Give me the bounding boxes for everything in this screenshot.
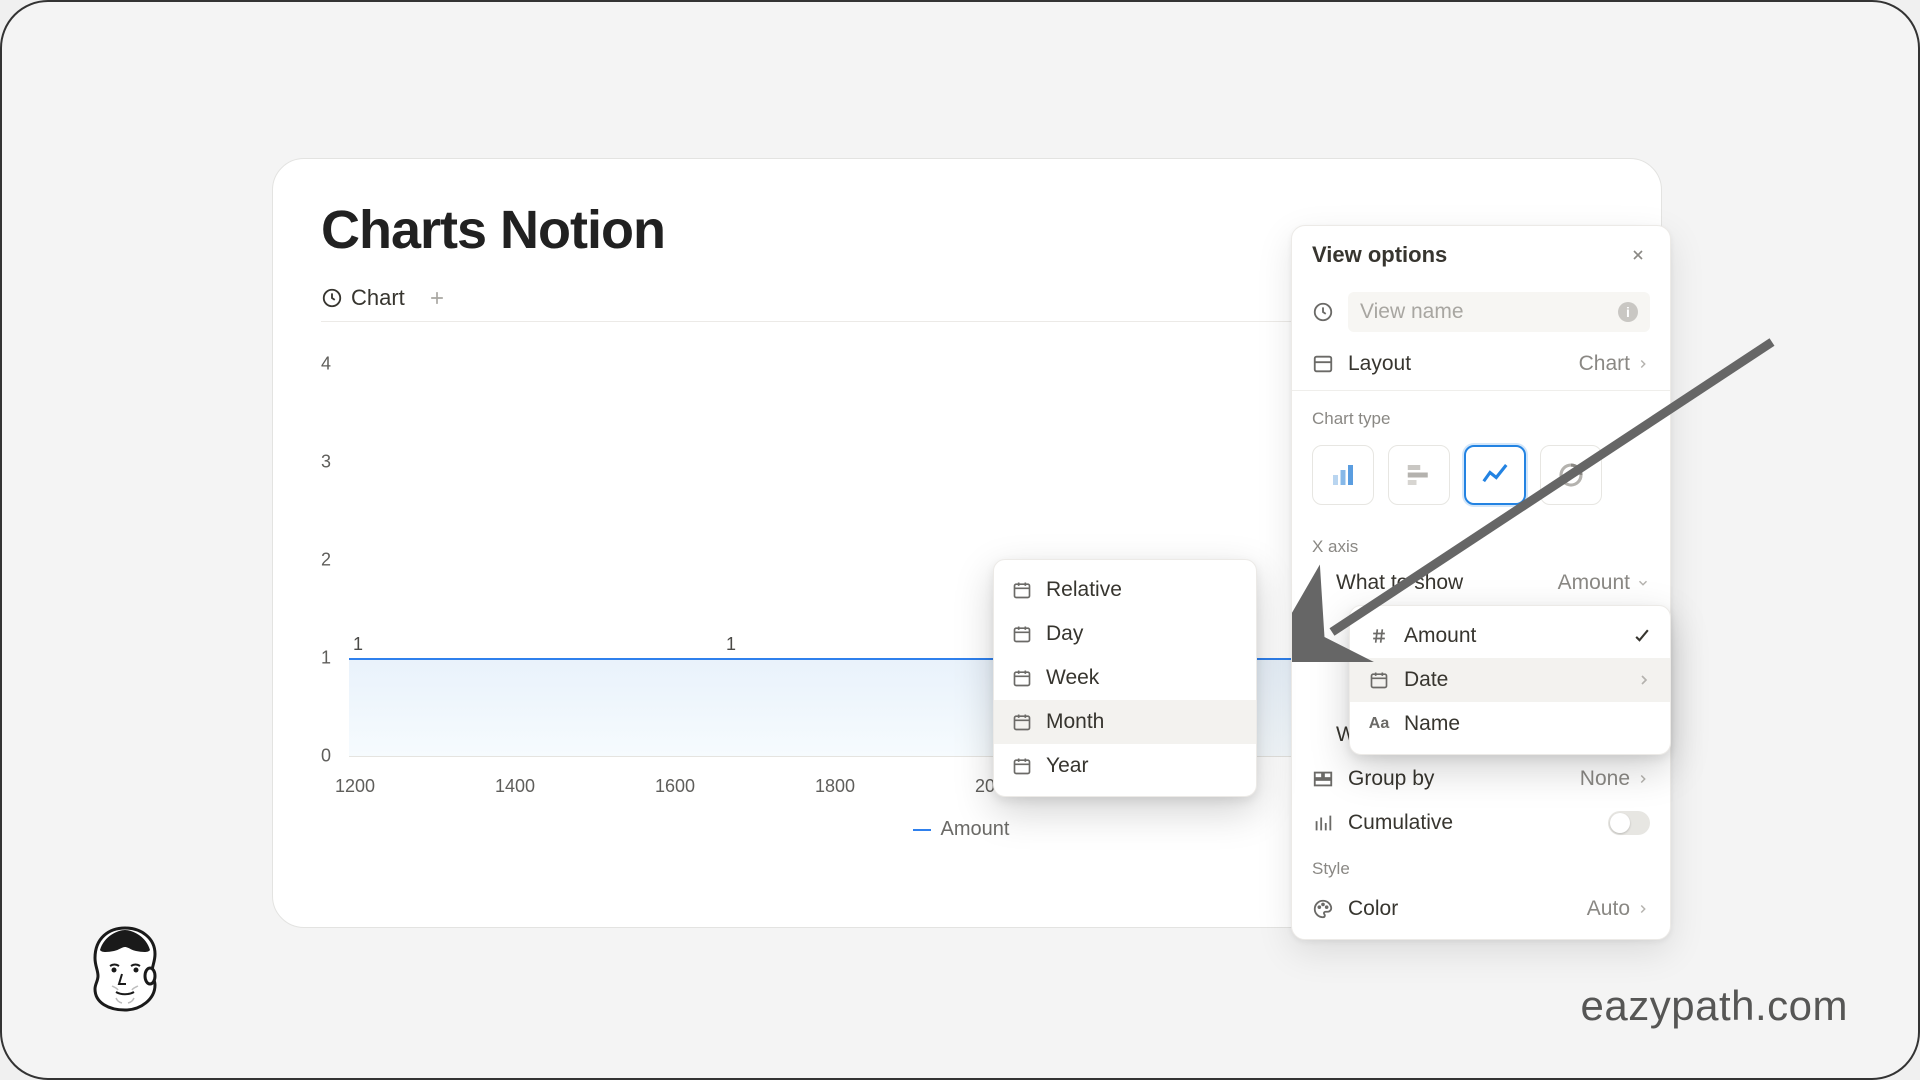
view-name-placeholder: View name [1360, 300, 1464, 324]
hbar-chart-icon [1404, 460, 1434, 490]
x-tick: 1200 [335, 776, 375, 797]
x-what-to-show-label: What to show [1312, 571, 1544, 595]
layout-icon [1312, 353, 1334, 375]
clock-icon [1312, 301, 1334, 323]
calendar-icon [1012, 580, 1032, 600]
bars-icon [1312, 812, 1334, 834]
clock-icon [321, 287, 343, 309]
x-tick: 1400 [495, 776, 535, 797]
chart-type-line[interactable] [1464, 445, 1526, 505]
view-name-input[interactable]: View name i [1348, 292, 1650, 332]
y-tick: 2 [321, 550, 331, 571]
date-option-relative[interactable]: Relative [994, 568, 1256, 612]
cumulative-label: Cumulative [1348, 811, 1594, 835]
view-name-row[interactable]: View name i [1292, 282, 1670, 342]
tab-chart-label: Chart [351, 285, 405, 311]
panel-title: View options [1312, 242, 1447, 268]
calendar-icon [1012, 712, 1032, 732]
calendar-icon [1012, 668, 1032, 688]
chevron-right-icon [1636, 357, 1650, 371]
y-tick: 3 [321, 452, 331, 473]
dropdown-item-label: Amount [1404, 624, 1476, 648]
date-option-label: Day [1046, 622, 1083, 646]
x-axis-label: X axis [1292, 523, 1670, 565]
data-label: 1 [726, 634, 736, 655]
check-icon [1632, 626, 1652, 646]
group-by-value: None [1580, 767, 1630, 791]
panel-close-button[interactable] [1626, 243, 1650, 267]
bar-chart-icon [1328, 460, 1358, 490]
dropdown-item-amount[interactable]: Amount [1350, 614, 1670, 658]
chevron-right-icon [1636, 672, 1652, 688]
layout-label: Layout [1348, 352, 1565, 376]
date-option-label: Relative [1046, 578, 1122, 602]
date-option-year[interactable]: Year [994, 744, 1256, 788]
x-tick: 1600 [655, 776, 695, 797]
date-option-day[interactable]: Day [994, 612, 1256, 656]
dropdown-item-label: Name [1404, 712, 1460, 736]
x-axis-property-dropdown: Amount Date Aa Name [1349, 605, 1671, 755]
date-option-label: Week [1046, 666, 1099, 690]
style-label: Style [1292, 845, 1670, 887]
x-tick: 1800 [815, 776, 855, 797]
chart-type-donut[interactable] [1540, 445, 1602, 505]
date-option-label: Month [1046, 710, 1104, 734]
color-label: Color [1348, 897, 1573, 921]
calendar-icon [1012, 624, 1032, 644]
presenter-avatar [82, 924, 168, 1024]
calendar-icon [1012, 756, 1032, 776]
group-by-row[interactable]: Group by None [1292, 757, 1670, 801]
app-frame: Charts Notion Chart [0, 0, 1920, 1080]
tab-chart[interactable]: Chart [321, 285, 405, 311]
chart-type-hbar[interactable] [1388, 445, 1450, 505]
palette-icon [1312, 898, 1334, 920]
add-view-button[interactable] [427, 288, 447, 308]
cumulative-row[interactable]: Cumulative [1292, 801, 1670, 845]
chart-type-row [1292, 437, 1670, 523]
dropdown-item-label: Date [1404, 668, 1448, 692]
line-chart-icon [1480, 460, 1510, 490]
cumulative-toggle[interactable] [1608, 811, 1650, 835]
chevron-down-icon [1636, 576, 1650, 590]
data-label: 1 [353, 634, 363, 655]
y-tick: 0 [321, 746, 331, 767]
dropdown-item-date[interactable]: Date [1350, 658, 1670, 702]
group-by-label: Group by [1348, 767, 1566, 791]
date-option-label: Year [1046, 754, 1088, 778]
notion-page-card: Charts Notion Chart [272, 158, 1662, 928]
dropdown-item-name[interactable]: Aa Name [1350, 702, 1670, 746]
legend-swatch [913, 829, 931, 831]
layout-row[interactable]: Layout Chart [1292, 342, 1670, 386]
close-icon [1630, 247, 1646, 263]
date-option-week[interactable]: Week [994, 656, 1256, 700]
donut-chart-icon [1556, 460, 1586, 490]
chart-type-bar[interactable] [1312, 445, 1374, 505]
plus-icon [427, 288, 447, 308]
info-icon[interactable]: i [1618, 302, 1638, 322]
date-granularity-dropdown: Relative Day Week Month Year [993, 559, 1257, 797]
view-options-panel: View options View name i Layout Chart [1291, 225, 1671, 940]
legend-label: Amount [941, 818, 1010, 841]
calendar-icon [1368, 670, 1390, 690]
chevron-right-icon [1636, 772, 1650, 786]
chart-type-label: Chart type [1292, 395, 1670, 437]
x-what-to-show-value: Amount [1558, 571, 1630, 595]
group-icon [1312, 768, 1334, 790]
hash-icon [1368, 626, 1390, 646]
date-option-month[interactable]: Month [994, 700, 1256, 744]
y-tick: 1 [321, 648, 331, 669]
layout-value: Chart [1579, 352, 1630, 376]
chevron-right-icon [1636, 902, 1650, 916]
x-what-to-show-row[interactable]: What to show Amount [1292, 565, 1670, 605]
y-tick: 4 [321, 354, 331, 375]
color-row[interactable]: Color Auto [1292, 887, 1670, 939]
brand-watermark: eazypath.com [1581, 982, 1848, 1030]
text-icon: Aa [1368, 715, 1390, 733]
color-value: Auto [1587, 897, 1630, 921]
